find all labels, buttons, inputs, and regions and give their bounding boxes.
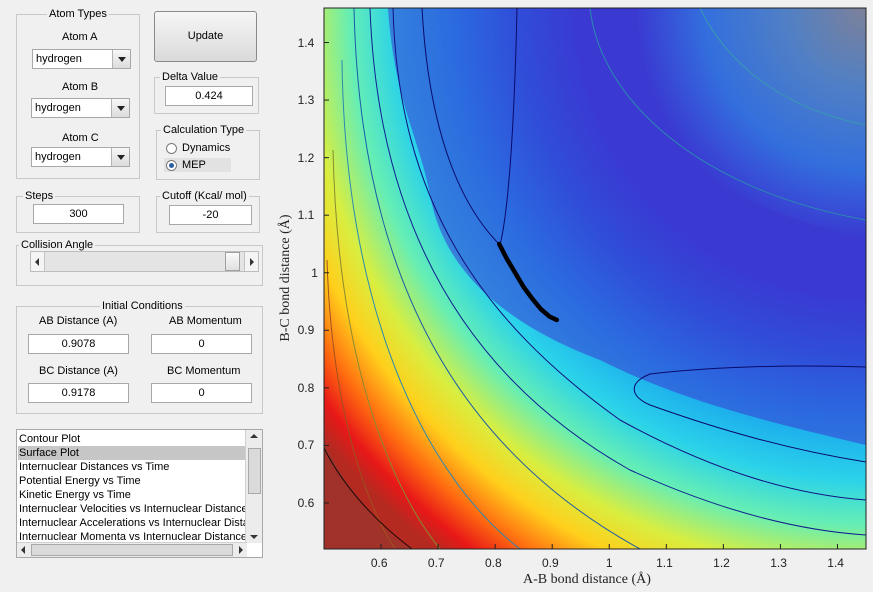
- x-tick-label: 0.9: [542, 556, 559, 570]
- list-vertical-scrollbar[interactable]: [245, 430, 262, 543]
- mep-trajectory-path: [496, 241, 560, 323]
- bc-distance-input[interactable]: 0.9178: [28, 383, 129, 403]
- list-horizontal-scrollbar[interactable]: [17, 542, 247, 557]
- plot-type-listbox[interactable]: Contour Plot Surface Plot Internuclear D…: [16, 429, 263, 558]
- chevron-down-icon[interactable]: [250, 535, 258, 539]
- slider-left-arrow[interactable]: [31, 252, 45, 271]
- chevron-down-icon[interactable]: [111, 99, 129, 117]
- y-tick-label: 1.4: [297, 35, 315, 50]
- x-tick-label: 0.6: [370, 556, 388, 570]
- slider-thumb[interactable]: [225, 252, 241, 271]
- x-tick-label: 1.3: [770, 556, 787, 570]
- x-axis-ticks: [380, 544, 838, 549]
- y-tick-label: 0.8: [297, 380, 315, 395]
- list-hscroll-thumb[interactable]: [31, 544, 233, 556]
- dynamics-radio-label[interactable]: Dynamics: [182, 142, 230, 155]
- y-tick-label: 1.1: [297, 208, 315, 223]
- atom-c-select[interactable]: hydrogen: [31, 147, 130, 167]
- update-button[interactable]: Update: [154, 11, 257, 62]
- y-tick-label: 0.9: [297, 323, 315, 338]
- list-scroll-thumb[interactable]: [248, 448, 261, 494]
- x-axis-label: A-B bond distance (Å): [523, 572, 651, 587]
- bc-momentum-label: BC Momentum: [167, 365, 241, 377]
- atom-a-select[interactable]: hydrogen: [32, 49, 131, 69]
- ab-distance-input[interactable]: 0.9078: [28, 334, 129, 354]
- chevron-down-icon[interactable]: [111, 148, 129, 166]
- ab-distance-label: AB Distance (A): [39, 315, 118, 327]
- delta-value-label: Delta Value: [160, 71, 221, 84]
- list-item[interactable]: Internuclear Velocities vs Internuclear …: [18, 502, 245, 516]
- bc-distance-label: BC Distance (A): [39, 365, 118, 377]
- y-tick-label: 1.2: [297, 150, 315, 165]
- plot-frame: [323, 7, 867, 550]
- list-item[interactable]: Internuclear Distances vs Time: [18, 460, 245, 474]
- dynamics-radio[interactable]: [166, 143, 177, 154]
- ab-momentum-label: AB Momentum: [169, 315, 242, 327]
- y-tick-label: 1.3: [297, 93, 315, 108]
- chevron-left-icon[interactable]: [21, 546, 25, 554]
- steps-label: Steps: [23, 190, 56, 203]
- x-tick-label: 1.4: [827, 556, 844, 570]
- y-axis-ticks: [324, 42, 329, 504]
- ab-momentum-input[interactable]: 0: [151, 334, 252, 354]
- chevron-right-icon: [250, 258, 254, 266]
- chevron-left-icon: [35, 258, 39, 266]
- x-tick-label: 1.1: [656, 556, 673, 570]
- chevron-right-icon[interactable]: [239, 546, 243, 554]
- x-tick-label: 0.7: [427, 556, 445, 570]
- cutoff-label: Cutoff (Kcal/ mol): [160, 190, 249, 203]
- atom-b-value: hydrogen: [35, 102, 81, 114]
- x-tick-label: 1: [605, 556, 613, 570]
- mep-radio[interactable]: [166, 160, 177, 171]
- chevron-down-icon[interactable]: [112, 50, 130, 68]
- atom-b-label: Atom B: [62, 81, 99, 93]
- atom-c-value: hydrogen: [35, 151, 81, 163]
- atom-types-title: Atom Types: [47, 8, 109, 21]
- x-tick-label: 0.8: [484, 556, 502, 570]
- delta-value-input[interactable]: 0.424: [165, 86, 253, 106]
- calculation-type-panel: Calculation Type: [156, 124, 260, 180]
- calculation-type-label: Calculation Type: [161, 124, 247, 137]
- y-tick-label: 0.6: [297, 495, 315, 510]
- collision-angle-slider[interactable]: [30, 251, 259, 272]
- list-item[interactable]: Internuclear Accelerations vs Internucle…: [18, 516, 245, 530]
- list-item[interactable]: Contour Plot: [18, 432, 245, 446]
- atom-a-label: Atom A: [62, 31, 98, 43]
- cutoff-input[interactable]: -20: [169, 205, 252, 225]
- contour-lines: [324, 8, 866, 549]
- y-tick-label: 0.7: [297, 438, 315, 453]
- slider-right-arrow[interactable]: [244, 252, 258, 271]
- mep-radio-label[interactable]: MEP: [182, 159, 206, 172]
- update-button-label: Update: [187, 30, 224, 42]
- atom-c-label: Atom C: [62, 132, 99, 144]
- initial-conditions-title: Initial Conditions: [100, 300, 185, 313]
- y-tick-label: 1: [311, 265, 318, 280]
- atom-b-select[interactable]: hydrogen: [31, 98, 130, 118]
- contour-fill: [324, 8, 866, 549]
- list-item[interactable]: Kinetic Energy vs Time: [18, 488, 245, 502]
- atom-a-value: hydrogen: [36, 53, 82, 65]
- y-axis-label: B-C bond distance (Å): [278, 214, 293, 342]
- chevron-up-icon[interactable]: [250, 434, 258, 438]
- x-tick-label: 1.2: [713, 556, 730, 570]
- bc-momentum-input[interactable]: 0: [151, 383, 252, 403]
- list-item[interactable]: Surface Plot: [18, 446, 245, 460]
- steps-input[interactable]: 300: [33, 204, 124, 224]
- list-item[interactable]: Potential Energy vs Time: [18, 474, 245, 488]
